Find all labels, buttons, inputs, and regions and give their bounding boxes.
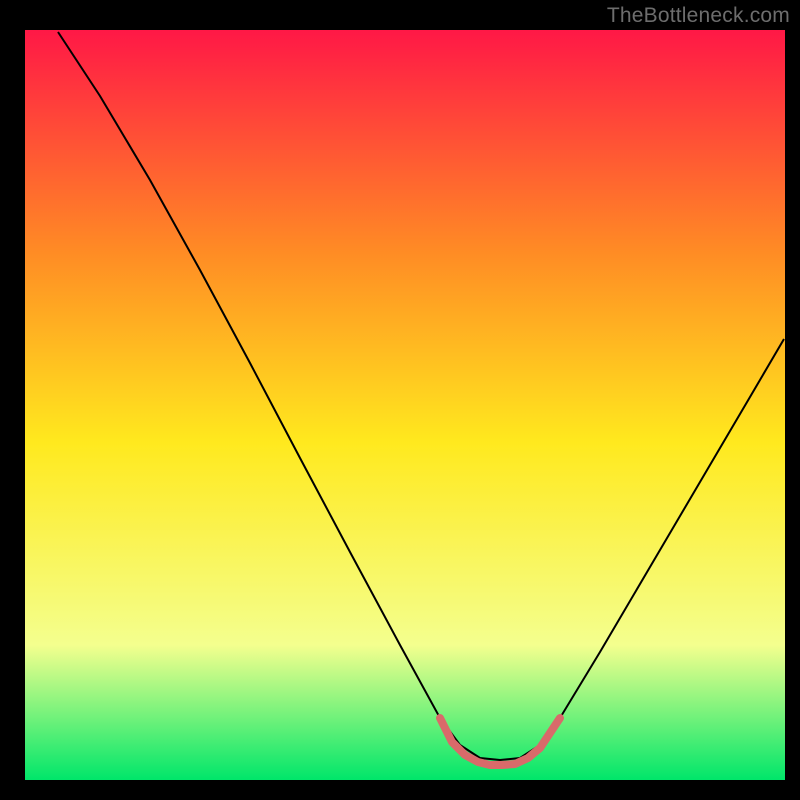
plot-area	[25, 30, 785, 780]
watermark-text: TheBottleneck.com	[607, 4, 790, 28]
chart-svg	[0, 0, 800, 800]
chart-container: TheBottleneck.com	[0, 0, 800, 800]
